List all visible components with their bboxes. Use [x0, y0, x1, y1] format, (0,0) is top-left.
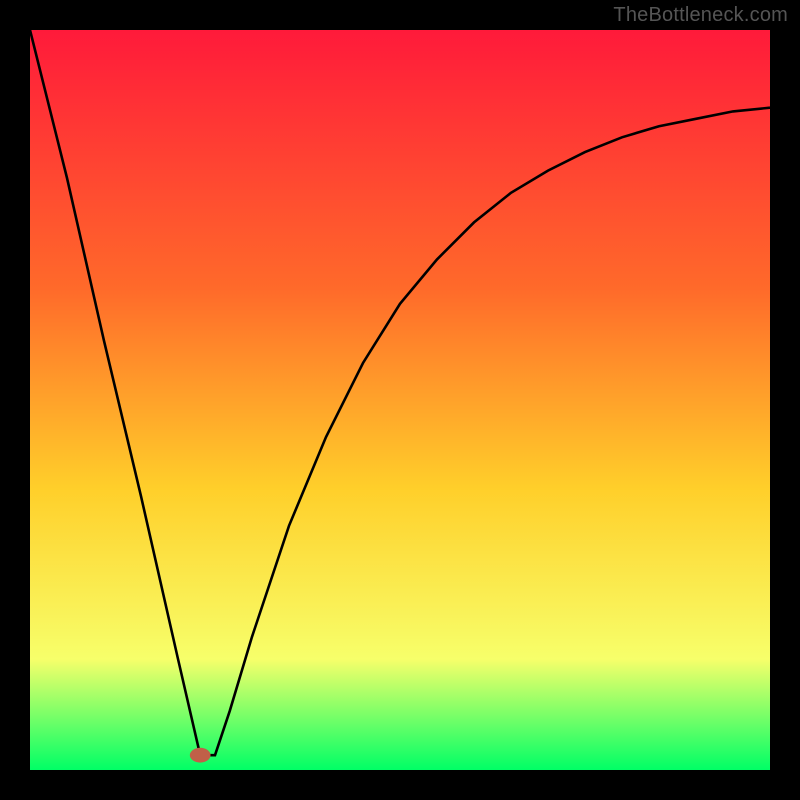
chart-frame: TheBottleneck.com: [0, 0, 800, 800]
bottleneck-chart: [30, 30, 770, 770]
target-marker: [190, 748, 211, 763]
plot-area: [30, 30, 770, 770]
gradient-background: [30, 30, 770, 770]
watermark-text: TheBottleneck.com: [613, 4, 788, 27]
